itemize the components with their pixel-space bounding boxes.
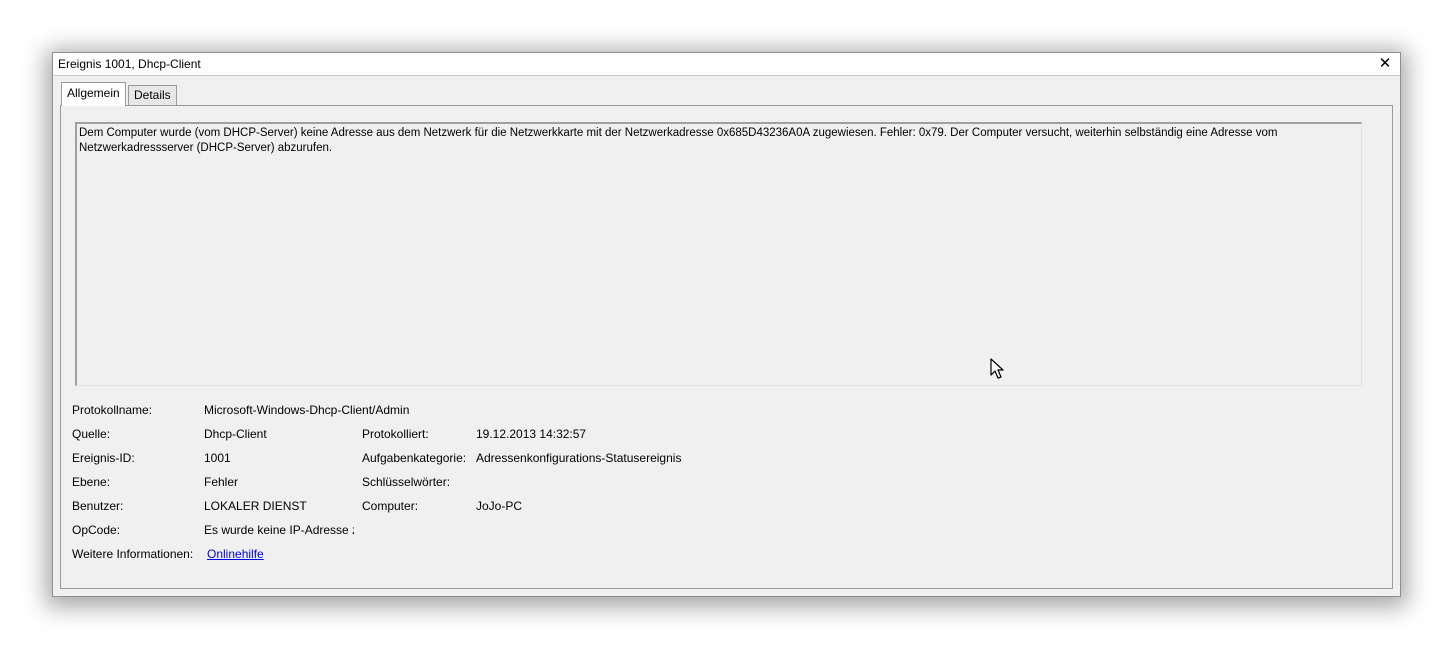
value-protokolliert: 19.12.2013 14:32:57 [476, 427, 587, 441]
tab-allgemein[interactable]: Allgemein [61, 82, 126, 106]
label-protokollname: Protokollname: [72, 403, 153, 417]
tab-details[interactable]: Details [128, 85, 177, 106]
close-icon[interactable]: ✕ [1376, 54, 1394, 74]
tab-panel-allgemein: Dem Computer wurde (vom DHCP-Server) kei… [60, 105, 1393, 589]
value-computer: JoJo-PC [476, 499, 523, 513]
label-computer: Computer: [362, 499, 419, 513]
value-benutzer: LOKALER DIENST [204, 499, 307, 513]
event-description-line-2: Netzwerkadressserver (DHCP-Server) abzur… [79, 142, 333, 154]
label-weitere-informationen: Weitere Informationen: [72, 547, 194, 561]
title-bar[interactable]: Ereignis 1001, Dhcp-Client ✕ [53, 53, 1400, 76]
value-opcode: Es wurde keine IP-Adresse zu [204, 523, 354, 537]
event-description-box[interactable]: Dem Computer wurde (vom DHCP-Server) kei… [75, 122, 1362, 386]
label-benutzer: Benutzer: [72, 499, 124, 513]
event-properties-window: Ereignis 1001, Dhcp-Client ✕ Allgemein D… [52, 52, 1401, 597]
label-quelle: Quelle: [72, 427, 111, 441]
label-aufgabenkategorie: Aufgabenkategorie: [362, 451, 467, 465]
label-opcode: OpCode: [72, 523, 121, 537]
label-ereignis-id: Ereignis-ID: [72, 451, 135, 465]
value-ebene: Fehler [204, 475, 239, 489]
value-aufgabenkategorie: Adressenkonfigurations-Statusereignis [476, 451, 682, 465]
value-protokollname: Microsoft-Windows-Dhcp-Client/Admin [204, 403, 410, 417]
online-help-link[interactable]: Onlinehilfe [207, 547, 264, 561]
label-protokolliert: Protokolliert: [362, 427, 429, 441]
event-description-line-1: Dem Computer wurde (vom DHCP-Server) kei… [79, 127, 1278, 139]
window-title: Ereignis 1001, Dhcp-Client [58, 57, 201, 71]
label-schluesselwoerter: Schlüsselwörter: [362, 475, 451, 489]
value-ereignis-id: 1001 [204, 451, 231, 465]
label-ebene: Ebene: [72, 475, 111, 489]
mouse-cursor-icon [990, 358, 1004, 379]
value-quelle: Dhcp-Client [204, 427, 267, 441]
